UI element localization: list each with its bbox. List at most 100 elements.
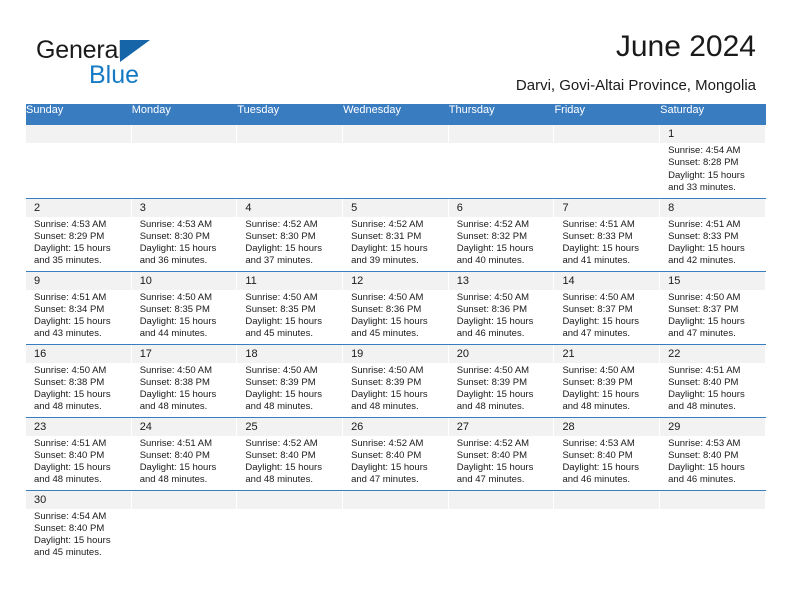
day-number: 14 bbox=[554, 271, 661, 290]
sunrise-text: Sunrise: 4:51 AM bbox=[34, 291, 107, 303]
calendar-day-cell[interactable]: 3 Sunrise: 4:53 AM Sunset: 8:30 PM Daylight… bbox=[131, 198, 238, 272]
day-number: 11 bbox=[237, 271, 344, 290]
sunset-text: Sunset: 8:37 PM bbox=[668, 303, 739, 315]
calendar-day-cell[interactable]: 13 Sunrise: 4:50 AM Sunset: 8:36 PM Dayligh… bbox=[448, 271, 555, 345]
sunrise-text: Sunrise: 4:51 AM bbox=[668, 218, 741, 230]
day-sun-info: Sunrise: 4:51 AM Sunset: 8:33 PM Daylight:… bbox=[554, 217, 660, 268]
calendar-day-cell[interactable]: 25 Sunrise: 4:52 AM Sunset: 8:40 PM Dayligh… bbox=[237, 417, 344, 491]
daylight-text: Daylight: 15 hours and 45 minutes. bbox=[34, 535, 111, 559]
day-number: 29 bbox=[660, 417, 766, 436]
sunset-text: Sunset: 8:36 PM bbox=[456, 303, 527, 315]
calendar-day-cell[interactable]: 5 Sunrise: 4:52 AM Sunset: 8:31 PM Daylight… bbox=[343, 198, 449, 272]
daylight-text: Daylight: 15 hours and 48 minutes. bbox=[562, 389, 640, 413]
calendar-day-cell[interactable]: 4 Sunrise: 4:52 AM Sunset: 8:30 PM Daylight… bbox=[237, 198, 344, 272]
calendar-day-cell[interactable]: 1 Sunrise: 4:54 AM Sunset: 8:28 PM Daylight… bbox=[660, 125, 766, 199]
calendar-day-cell[interactable]: 22 Sunrise: 4:51 AM Sunset: 8:40 PM Dayligh… bbox=[660, 344, 766, 418]
day-number: 23 bbox=[26, 417, 132, 436]
calendar-week-row: 16 Sunrise: 4:50 AM Sunset: 8:38 PM Dayligh… bbox=[26, 344, 766, 418]
day-sun-info: Sunrise: 4:53 AM Sunset: 8:40 PM Daylight:… bbox=[554, 436, 660, 487]
calendar-day-cell[interactable]: 23 Sunrise: 4:51 AM Sunset: 8:40 PM Dayligh… bbox=[26, 417, 132, 491]
calendar-day-cell[interactable]: 14 Sunrise: 4:50 AM Sunset: 8:37 PM Dayligh… bbox=[554, 271, 661, 345]
day-number: 2 bbox=[26, 198, 132, 217]
calendar-day-cell[interactable]: 18 Sunrise: 4:50 AM Sunset: 8:39 PM Dayligh… bbox=[237, 344, 344, 418]
day-sun-info: Sunrise: 4:52 AM Sunset: 8:30 PM Daylight:… bbox=[237, 217, 343, 268]
day-number: 24 bbox=[131, 417, 238, 436]
calendar-day-cell-empty bbox=[237, 490, 344, 563]
day-sun-info: Sunrise: 4:50 AM Sunset: 8:36 PM Daylight:… bbox=[343, 290, 449, 341]
calendar-day-cell[interactable]: 20 Sunrise: 4:50 AM Sunset: 8:39 PM Dayligh… bbox=[448, 344, 555, 418]
calendar-day-cell[interactable]: 8 Sunrise: 4:51 AM Sunset: 8:33 PM Daylight… bbox=[660, 198, 766, 272]
day-number bbox=[26, 125, 132, 143]
calendar-day-cell[interactable]: 2 Sunrise: 4:53 AM Sunset: 8:29 PM Daylight… bbox=[26, 198, 132, 272]
calendar-day-cell[interactable]: 11 Sunrise: 4:50 AM Sunset: 8:35 PM Dayligh… bbox=[237, 271, 344, 345]
daylight-text: Daylight: 15 hours and 45 minutes. bbox=[245, 316, 322, 340]
sunrise-text: Sunrise: 4:50 AM bbox=[562, 291, 635, 303]
sunset-text: Sunset: 8:40 PM bbox=[351, 449, 422, 461]
day-number: 9 bbox=[26, 271, 132, 290]
calendar-day-cell-empty bbox=[237, 125, 344, 199]
day-number: 27 bbox=[448, 417, 555, 436]
calendar-day-cell[interactable]: 7 Sunrise: 4:51 AM Sunset: 8:33 PM Daylight… bbox=[554, 198, 661, 272]
day-sun-info: Sunrise: 4:51 AM Sunset: 8:40 PM Daylight:… bbox=[660, 363, 766, 414]
calendar-day-cell[interactable]: 24 Sunrise: 4:51 AM Sunset: 8:40 PM Dayligh… bbox=[131, 417, 238, 491]
day-sun-info: Sunrise: 4:52 AM Sunset: 8:40 PM Daylight:… bbox=[343, 436, 449, 487]
day-sun-info: Sunrise: 4:53 AM Sunset: 8:40 PM Daylight:… bbox=[660, 436, 766, 487]
general-blue-logo[interactable]: General Blue bbox=[36, 36, 216, 89]
page-title: June 2024 bbox=[615, 30, 756, 63]
day-number bbox=[343, 125, 449, 143]
sunrise-text: Sunrise: 4:50 AM bbox=[351, 364, 424, 376]
calendar-day-cell[interactable]: 27 Sunrise: 4:52 AM Sunset: 8:40 PM Dayligh… bbox=[448, 417, 555, 491]
day-sun-info: Sunrise: 4:51 AM Sunset: 8:40 PM Daylight:… bbox=[26, 436, 132, 487]
calendar-day-cell[interactable]: 10 Sunrise: 4:50 AM Sunset: 8:35 PM Dayligh… bbox=[131, 271, 238, 345]
daylight-text: Daylight: 15 hours and 48 minutes. bbox=[668, 389, 745, 413]
calendar-day-cell[interactable]: 17 Sunrise: 4:50 AM Sunset: 8:38 PM Dayligh… bbox=[131, 344, 238, 418]
calendar-week-row: 2 Sunrise: 4:53 AM Sunset: 8:29 PM Daylight… bbox=[26, 198, 766, 272]
calendar-body: 1 Sunrise: 4:54 AM Sunset: 8:28 PM Daylight… bbox=[26, 125, 766, 563]
calendar-day-cell-empty bbox=[26, 125, 132, 199]
day-number: 28 bbox=[554, 417, 661, 436]
day-number: 20 bbox=[448, 344, 555, 363]
day-sun-info: Sunrise: 4:50 AM Sunset: 8:39 PM Daylight:… bbox=[237, 363, 343, 414]
calendar-day-cell[interactable]: 19 Sunrise: 4:50 AM Sunset: 8:39 PM Dayligh… bbox=[343, 344, 449, 418]
calendar-day-cell-empty bbox=[343, 490, 449, 563]
sunset-text: Sunset: 8:28 PM bbox=[668, 157, 739, 169]
weekday-header-sunday: Sunday bbox=[26, 104, 132, 125]
calendar-day-cell-empty bbox=[448, 490, 555, 563]
sunset-text: Sunset: 8:40 PM bbox=[668, 449, 739, 461]
sunrise-text: Sunrise: 4:52 AM bbox=[456, 218, 530, 230]
sunrise-text: Sunrise: 4:50 AM bbox=[245, 291, 318, 303]
sunrise-text: Sunrise: 4:51 AM bbox=[562, 218, 635, 230]
day-number: 25 bbox=[237, 417, 344, 436]
sunrise-text: Sunrise: 4:54 AM bbox=[668, 145, 741, 156]
calendar-day-cell[interactable]: 30 Sunrise: 4:54 AM Sunset: 8:40 PM Dayligh… bbox=[26, 490, 132, 563]
sunrise-text: Sunrise: 4:53 AM bbox=[562, 437, 635, 449]
day-sun-info: Sunrise: 4:53 AM Sunset: 8:29 PM Daylight:… bbox=[26, 217, 132, 268]
day-sun-info: Sunrise: 4:50 AM Sunset: 8:36 PM Daylight:… bbox=[449, 290, 555, 341]
daylight-text: Daylight: 15 hours and 46 minutes. bbox=[668, 462, 745, 486]
sunrise-text: Sunrise: 4:53 AM bbox=[668, 437, 741, 449]
calendar-day-cell[interactable]: 26 Sunrise: 4:52 AM Sunset: 8:40 PM Dayligh… bbox=[343, 417, 449, 491]
calendar-day-cell[interactable]: 21 Sunrise: 4:50 AM Sunset: 8:39 PM Dayligh… bbox=[554, 344, 661, 418]
day-number bbox=[448, 490, 555, 509]
sunset-text: Sunset: 8:39 PM bbox=[562, 376, 633, 388]
day-sun-info: Sunrise: 4:50 AM Sunset: 8:35 PM Daylight:… bbox=[132, 290, 238, 341]
sunset-text: Sunset: 8:38 PM bbox=[139, 376, 210, 388]
daylight-text: Daylight: 15 hours and 48 minutes. bbox=[34, 462, 111, 486]
calendar-day-cell[interactable]: 15 Sunrise: 4:50 AM Sunset: 8:37 PM Dayligh… bbox=[660, 271, 766, 345]
day-sun-info: Sunrise: 4:51 AM Sunset: 8:40 PM Daylight:… bbox=[132, 436, 238, 487]
calendar-day-cell[interactable]: 28 Sunrise: 4:53 AM Sunset: 8:40 PM Dayligh… bbox=[554, 417, 661, 491]
calendar-day-cell[interactable]: 12 Sunrise: 4:50 AM Sunset: 8:36 PM Dayligh… bbox=[343, 271, 449, 345]
calendar-day-cell[interactable]: 16 Sunrise: 4:50 AM Sunset: 8:38 PM Dayligh… bbox=[26, 344, 132, 418]
day-number: 10 bbox=[131, 271, 238, 290]
weekday-header-friday: Friday bbox=[554, 104, 661, 125]
sunset-text: Sunset: 8:30 PM bbox=[139, 230, 210, 242]
sunset-text: Sunset: 8:40 PM bbox=[34, 449, 105, 461]
calendar-day-cell[interactable]: 29 Sunrise: 4:53 AM Sunset: 8:40 PM Dayligh… bbox=[660, 417, 766, 491]
calendar-day-cell[interactable]: 9 Sunrise: 4:51 AM Sunset: 8:34 PM Daylight… bbox=[26, 271, 132, 345]
day-number bbox=[660, 490, 766, 509]
calendar-day-cell[interactable]: 6 Sunrise: 4:52 AM Sunset: 8:32 PM Daylight… bbox=[448, 198, 555, 272]
sunset-text: Sunset: 8:40 PM bbox=[456, 449, 527, 461]
sunrise-text: Sunrise: 4:50 AM bbox=[34, 364, 107, 376]
sunset-text: Sunset: 8:39 PM bbox=[456, 376, 527, 388]
day-number: 12 bbox=[343, 271, 449, 290]
